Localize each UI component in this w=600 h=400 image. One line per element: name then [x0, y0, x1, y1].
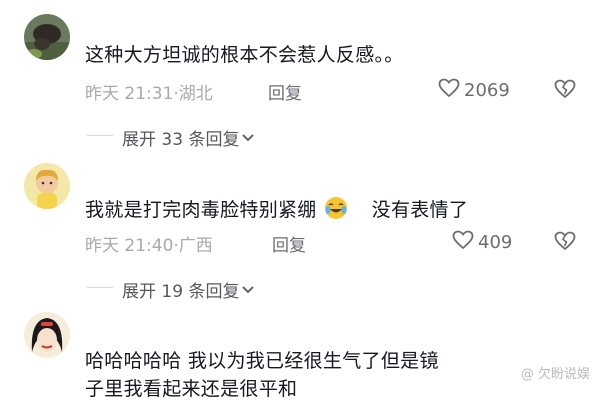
comment-text-part1: 我就是打完肉毒脸特别紧绷 [85, 199, 317, 221]
crying-laughing-emoji [323, 195, 349, 226]
avatar[interactable] [24, 14, 70, 60]
like-count: 2069 [464, 79, 510, 101]
like-button[interactable]: 409 [452, 230, 512, 254]
heart-outline-icon [438, 78, 460, 102]
chevron-down-icon [241, 128, 255, 148]
comment-meta: 昨天 21:31·湖北 [85, 84, 213, 104]
divider [87, 287, 113, 288]
divider [87, 135, 113, 136]
chevron-down-icon [241, 280, 255, 300]
comment-meta: 昨天 21:40·广西 [85, 236, 213, 256]
comment-text-line2: 子里我看起来还是很平和 [85, 378, 298, 400]
avatar[interactable] [24, 163, 70, 209]
expand-replies-label: 展开 19 条回复 [122, 282, 240, 302]
like-button[interactable]: 2069 [438, 78, 510, 102]
comment-text: 我就是打完肉毒脸特别紧绷 没有表情了 [85, 195, 468, 226]
dislike-button[interactable] [554, 79, 576, 103]
reply-button[interactable]: 回复 [268, 79, 302, 104]
comment-text-line1: 哈哈哈哈哈 我以为我已经很生气了但是镜 [85, 350, 439, 372]
avatar[interactable] [24, 312, 70, 358]
heart-outline-icon [452, 230, 474, 254]
comment-list: 这种大方坦诚的根本不会惹人反感。。 昨天 21:31·湖北 回复 2069 展开… [0, 0, 600, 400]
watermark: @ 欠盼说娱 [521, 363, 590, 382]
comment-text-part2: 没有表情了 [371, 199, 469, 221]
dislike-button[interactable] [554, 231, 576, 255]
watermark-label: @ 欠盼说娱 [520, 367, 590, 382]
expand-replies-button[interactable]: 展开 19 条回复 [122, 277, 255, 302]
expand-replies-button[interactable]: 展开 33 条回复 [122, 125, 255, 150]
reply-button[interactable]: 回复 [272, 231, 306, 256]
like-count: 409 [478, 231, 513, 253]
expand-replies-label: 展开 33 条回复 [122, 130, 240, 150]
comment-text: 这种大方坦诚的根本不会惹人反感。。 [85, 44, 404, 66]
